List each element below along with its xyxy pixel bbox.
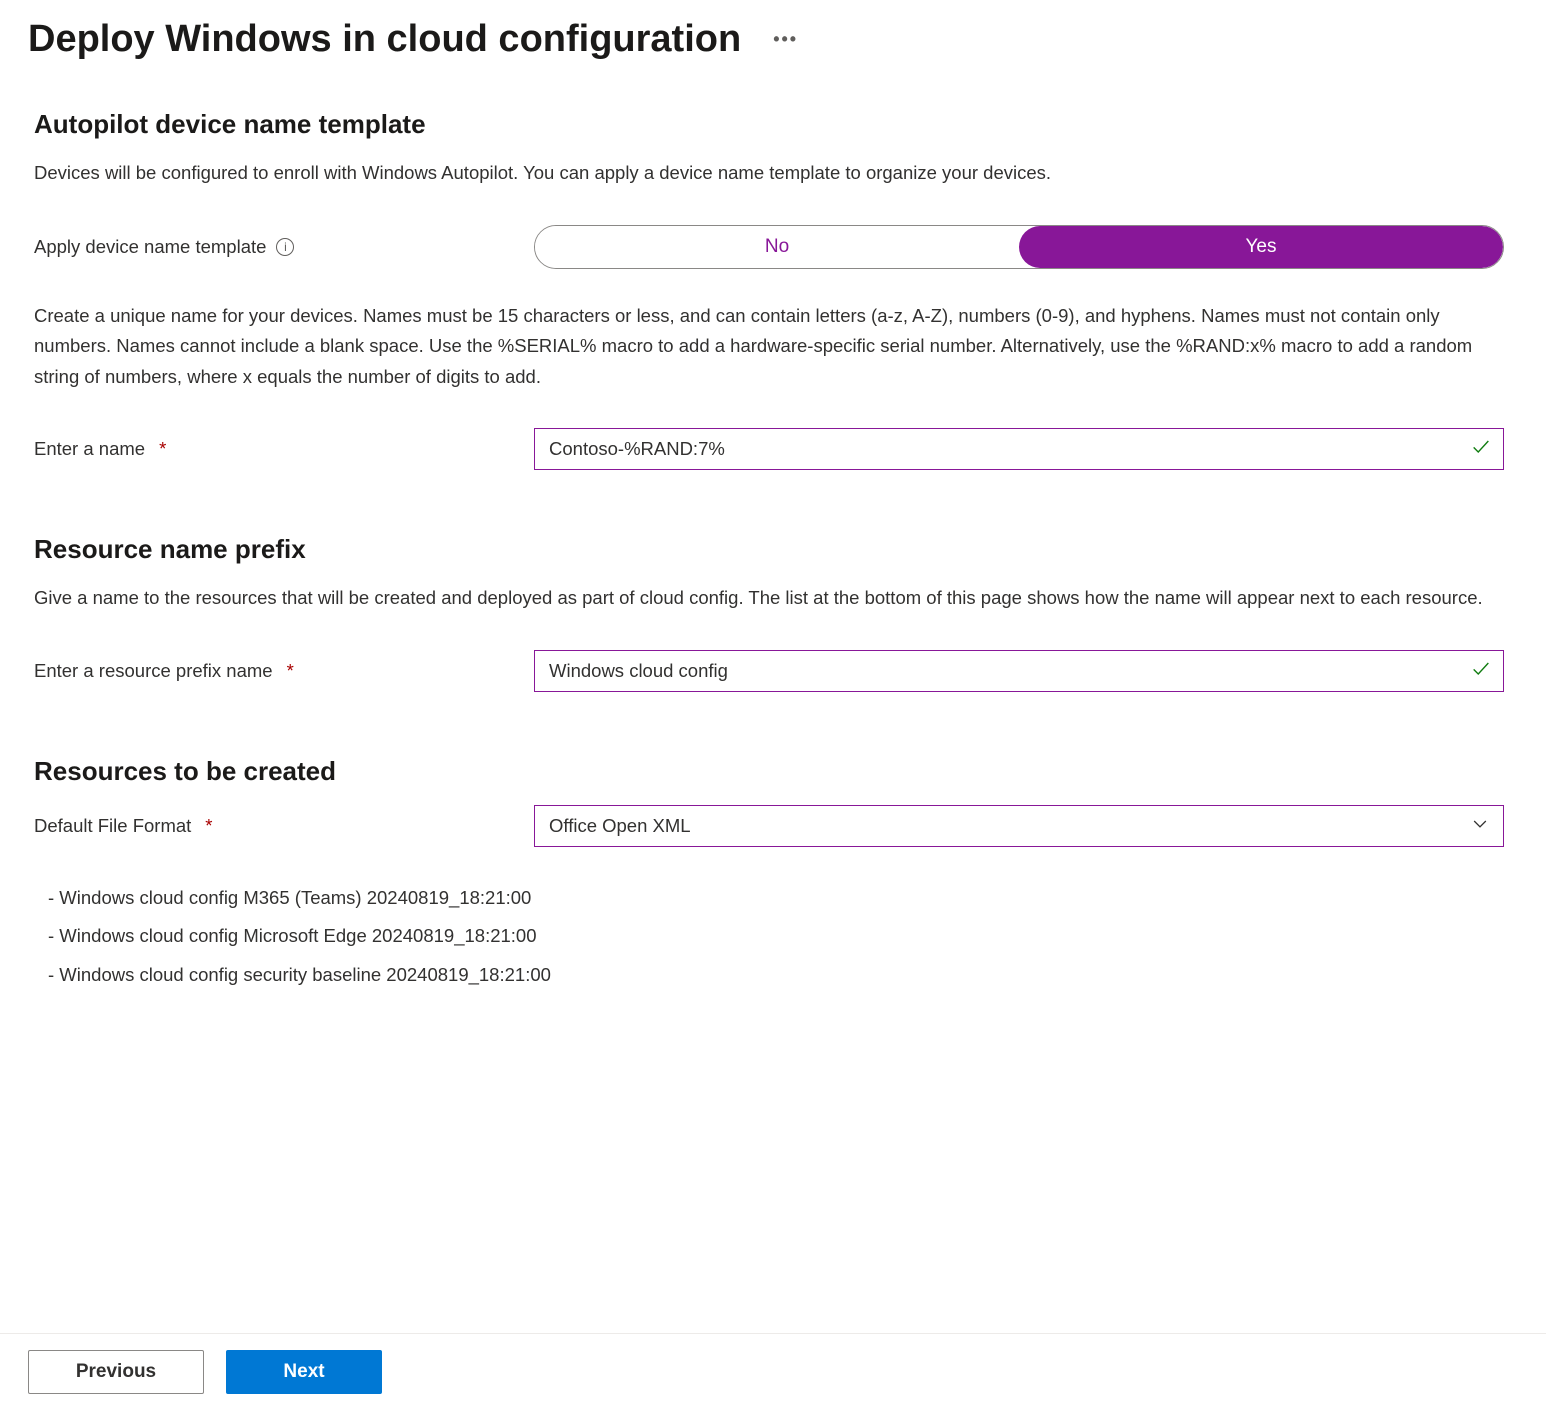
info-icon[interactable]: i (276, 238, 294, 256)
page-title: Deploy Windows in cloud configuration (28, 18, 741, 61)
name-label: Enter a name (34, 438, 145, 460)
naming-rules-text: Create a unique name for your devices. N… (34, 301, 1518, 393)
more-actions-icon[interactable]: ••• (773, 29, 798, 50)
prefix-label: Enter a resource prefix name (34, 660, 273, 682)
prefix-description: Give a name to the resources that will b… (34, 583, 1518, 614)
list-item: - Windows cloud config M365 (Teams) 2024… (48, 879, 1518, 918)
autopilot-heading: Autopilot device name template (34, 109, 1518, 140)
list-item: - Windows cloud config security baseline… (48, 956, 1518, 995)
required-indicator: * (287, 660, 294, 682)
wizard-footer: Previous Next (0, 1333, 1546, 1416)
file-format-value: Office Open XML (549, 815, 691, 837)
required-indicator: * (159, 438, 166, 460)
file-format-label: Default File Format (34, 815, 191, 837)
list-item: - Windows cloud config Microsoft Edge 20… (48, 917, 1518, 956)
apply-template-label: Apply device name template (34, 236, 266, 258)
previous-button[interactable]: Previous (28, 1350, 204, 1394)
apply-template-toggle[interactable]: No Yes (534, 225, 1504, 269)
prefix-input[interactable] (534, 650, 1504, 692)
toggle-no[interactable]: No (535, 226, 1019, 268)
next-button[interactable]: Next (226, 1350, 382, 1394)
required-indicator: * (205, 815, 212, 837)
resources-heading: Resources to be created (34, 756, 1518, 787)
resource-list: - Windows cloud config M365 (Teams) 2024… (34, 879, 1518, 996)
file-format-select[interactable]: Office Open XML (534, 805, 1504, 847)
device-name-input[interactable] (534, 428, 1504, 470)
autopilot-description: Devices will be configured to enroll wit… (34, 158, 1518, 189)
toggle-yes[interactable]: Yes (1019, 226, 1503, 268)
prefix-heading: Resource name prefix (34, 534, 1518, 565)
